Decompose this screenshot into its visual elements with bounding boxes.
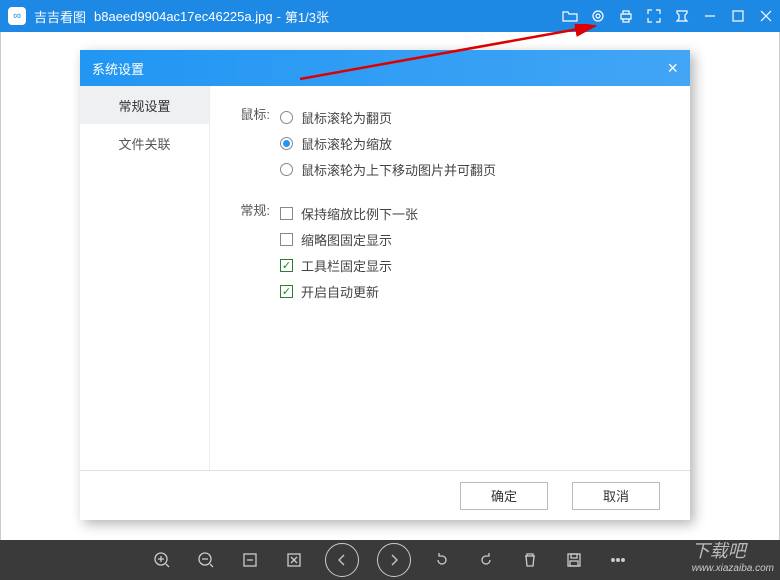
radio-label: 鼠标滚轮为缩放 <box>301 134 392 153</box>
save-icon[interactable] <box>561 547 587 573</box>
chk-keep-zoom[interactable] <box>280 207 293 220</box>
page-position: 第1/3张 <box>285 7 329 26</box>
chk-auto-update[interactable]: ✓ <box>280 285 293 298</box>
radio-wheel-scroll[interactable] <box>280 163 293 176</box>
rotate-right-icon[interactable] <box>473 547 499 573</box>
radio-label: 鼠标滚轮为翻页 <box>301 108 392 127</box>
settings-dialog: 系统设置 × 常规设置 文件关联 鼠标: 鼠标滚轮为翻页 鼠标滚轮为缩放 鼠标滚… <box>80 50 690 520</box>
zoom-in-icon[interactable] <box>149 547 175 573</box>
dialog-footer: 确定 取消 <box>80 470 690 520</box>
dialog-close-icon[interactable]: × <box>667 58 678 79</box>
prev-image-icon[interactable] <box>325 543 359 577</box>
radio-wheel-page[interactable] <box>280 111 293 124</box>
watermark-url: www.xiazaiba.com <box>692 563 774 574</box>
close-window-icon[interactable] <box>752 0 780 32</box>
cancel-button[interactable]: 取消 <box>572 482 660 510</box>
chk-label: 工具栏固定显示 <box>301 256 392 275</box>
app-name: 吉吉看图 <box>34 7 86 26</box>
file-name: b8aeed9904ac17ec46225a.jpg <box>94 9 273 24</box>
fit-icon[interactable] <box>237 547 263 573</box>
general-section-label: 常规: <box>230 200 280 222</box>
fullscreen-icon[interactable] <box>640 0 668 32</box>
radio-label: 鼠标滚轮为上下移动图片并可翻页 <box>301 160 496 179</box>
app-logo-icon: ∞ <box>8 7 26 25</box>
window-titlebar: ∞ 吉吉看图 b8aeed9904ac17ec46225a.jpg - 第1/3… <box>0 0 780 32</box>
settings-icon[interactable] <box>584 0 612 32</box>
dialog-titlebar: 系统设置 × <box>80 50 690 86</box>
actual-size-icon[interactable] <box>281 547 307 573</box>
dialog-sidebar: 常规设置 文件关联 <box>80 86 210 470</box>
chk-label: 开启自动更新 <box>301 282 379 301</box>
more-icon[interactable] <box>605 547 631 573</box>
mouse-section-label: 鼠标: <box>230 104 280 126</box>
dialog-title: 系统设置 <box>92 59 144 78</box>
dialog-content: 鼠标: 鼠标滚轮为翻页 鼠标滚轮为缩放 鼠标滚轮为上下移动图片并可翻页 常规: … <box>210 86 690 470</box>
radio-wheel-zoom[interactable] <box>280 137 293 150</box>
zoom-out-icon[interactable] <box>193 547 219 573</box>
tab-general-settings[interactable]: 常规设置 <box>80 86 209 124</box>
minimize-icon[interactable] <box>696 0 724 32</box>
print-icon[interactable] <box>612 0 640 32</box>
ok-button[interactable]: 确定 <box>460 482 548 510</box>
pin-icon[interactable] <box>668 0 696 32</box>
chk-label: 缩略图固定显示 <box>301 230 392 249</box>
tab-file-association[interactable]: 文件关联 <box>80 124 209 162</box>
bottom-toolbar <box>0 540 780 580</box>
watermark-text: 下载吧 <box>692 537 774 563</box>
open-folder-icon[interactable] <box>556 0 584 32</box>
watermark: 下载吧 www.xiazaiba.com <box>692 537 774 574</box>
next-image-icon[interactable] <box>377 543 411 577</box>
chk-thumb-fixed[interactable] <box>280 233 293 246</box>
delete-icon[interactable] <box>517 547 543 573</box>
chk-toolbar-fixed[interactable]: ✓ <box>280 259 293 272</box>
rotate-left-icon[interactable] <box>429 547 455 573</box>
chk-label: 保持缩放比例下一张 <box>301 204 418 223</box>
maximize-icon[interactable] <box>724 0 752 32</box>
